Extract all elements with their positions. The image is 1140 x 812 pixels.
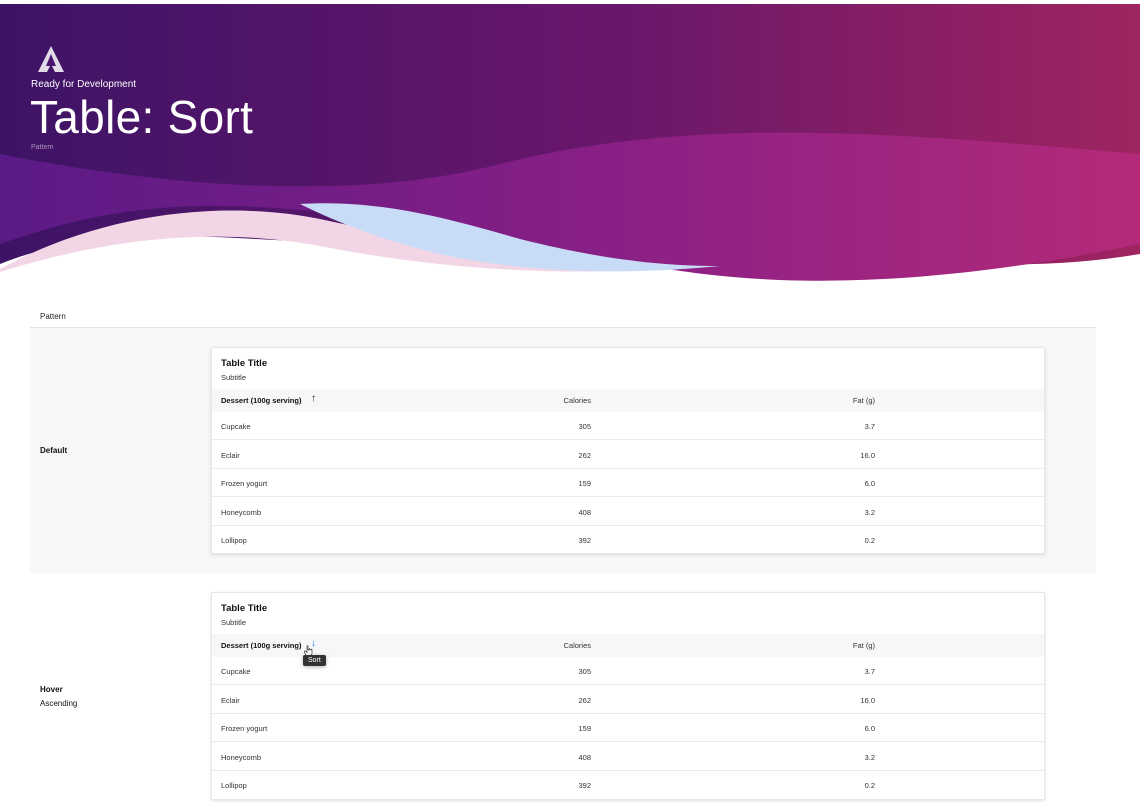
table-row: Frozen yogurt 159 6.0 [212,714,1044,742]
cell-fat: 16.0 [860,451,875,460]
cell-dessert: Cupcake [221,667,251,676]
cell-dessert: Lollipop [221,536,247,545]
column-header-fat[interactable]: Fat (g) [853,396,875,405]
hero-banner: Ready for Development Table: Sort Patter… [0,4,1140,294]
cell-calories: 262 [578,696,591,705]
page-title: Table: Sort [30,91,254,143]
cell-calories: 392 [578,781,591,790]
cell-fat: 6.0 [864,479,875,488]
table-card: Table Title Subtitle Dessert (100g servi… [211,347,1045,554]
column-header-dessert[interactable]: Dessert (100g serving) [221,396,301,405]
cell-fat: 0.2 [864,781,875,790]
table-subtitle: Subtitle [221,618,247,627]
cell-fat: 3.7 [864,422,875,431]
variant-default: Default Table Title Subtitle Dessert (10… [30,328,1096,573]
cell-fat: 0.2 [864,536,875,545]
category-label: Pattern [31,144,54,151]
cell-dessert: Honeycomb [221,753,262,762]
cell-fat: 16.0 [860,696,875,705]
column-header-calories[interactable]: Calories [563,641,591,650]
cell-calories: 408 [578,508,591,517]
variant-sublabel: Ascending [40,699,78,708]
cell-dessert: Lollipop [221,781,247,790]
table-header: Dessert (100g serving) ↑ Calories Fat (g… [212,389,1044,412]
column-header-calories[interactable]: Calories [563,396,591,405]
cell-fat: 6.0 [864,724,875,733]
variant-label: Hover [40,685,63,694]
cell-calories: 305 [578,667,591,676]
hero-wave-background [0,4,1140,294]
cell-calories: 262 [578,451,591,460]
cell-calories: 305 [578,422,591,431]
cell-calories: 408 [578,753,591,762]
table-subtitle: Subtitle [221,373,247,382]
table-row: Frozen yogurt 159 6.0 [212,469,1044,497]
table-row: Honeycomb 408 3.2 [212,743,1044,771]
triangle-a-logo-icon [38,46,64,72]
cell-fat: 3.2 [864,753,875,762]
table-row: Lollipop 392 0.2 [212,526,1044,554]
cell-dessert: Frozen yogurt [221,724,268,733]
status-label: Ready for Development [31,79,137,90]
table-row: Cupcake 305 3.7 [212,412,1044,440]
section-label: Pattern [40,312,66,321]
cell-dessert: Honeycomb [221,508,262,517]
cell-dessert: Cupcake [221,422,251,431]
cell-calories: 159 [578,479,591,488]
table-row: Cupcake 305 3.7 [212,657,1044,685]
table-row: Eclair 262 16.0 [212,686,1044,714]
table-row: Honeycomb 408 3.2 [212,498,1044,526]
table-row: Eclair 262 16.0 [212,441,1044,469]
variant-label: Default [40,446,68,455]
table-card: Table Title Subtitle Dessert (100g servi… [211,592,1045,800]
cell-calories: 159 [578,724,591,733]
column-header-fat[interactable]: Fat (g) [853,641,875,650]
table-header: Dessert (100g serving) ↓ Calories Fat (g… [212,634,1044,657]
cell-fat: 3.2 [864,508,875,517]
cell-dessert: Eclair [221,451,240,460]
cell-calories: 392 [578,536,591,545]
cell-dessert: Frozen yogurt [221,479,268,488]
cell-dessert: Eclair [221,696,240,705]
variant-hover: Hover Ascending Table Title Subtitle Des… [30,573,1096,812]
table-title: Table Title [221,358,268,369]
column-header-dessert[interactable]: Dessert (100g serving) [221,641,301,650]
table-row: Lollipop 392 0.2 [212,771,1044,799]
arrow-up-icon[interactable]: ↑ [311,394,316,404]
table-title: Table Title [221,603,268,614]
cell-fat: 3.7 [864,667,875,676]
